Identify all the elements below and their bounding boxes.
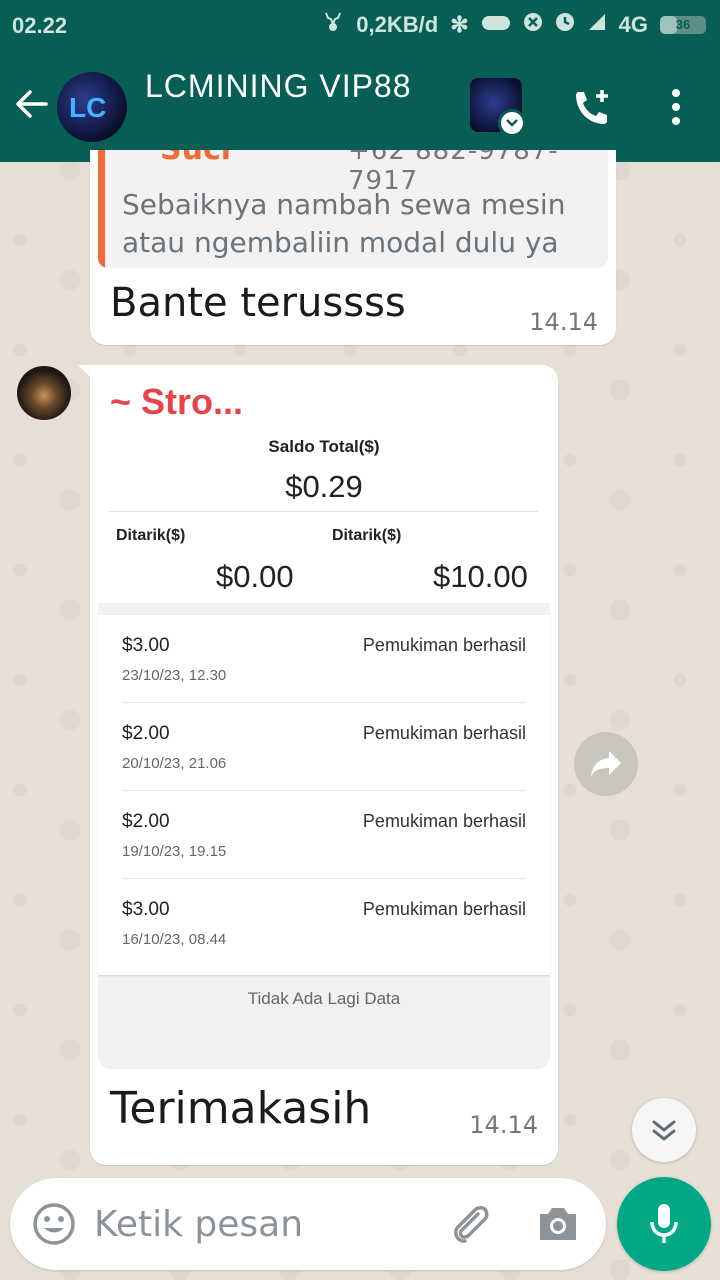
emoji-icon[interactable] (32, 1202, 76, 1250)
saldo-label: Saldo Total($) (268, 437, 380, 456)
transaction-status: Pemukiman berhasil (362, 723, 526, 743)
signal-icon (587, 12, 607, 38)
divider (108, 511, 538, 512)
sender-avatar[interactable] (17, 366, 71, 420)
status-bar: 02.22 0,2KB/d ✻ 4G 36 (0, 0, 720, 52)
message-time: 14.14 (469, 1111, 538, 1139)
camera-icon[interactable] (536, 1204, 580, 1248)
transaction-date: 20/10/23, 21.06 (122, 755, 227, 772)
withdraw-label: Ditarik($) (332, 527, 402, 544)
withdraw-value: $0.00 (216, 559, 294, 594)
bluetooth-icon: ✻ (450, 12, 469, 37)
data-rate: 0,2KB/d (356, 12, 439, 37)
chevron-down-icon[interactable] (498, 109, 526, 137)
blocked-icon (523, 12, 543, 38)
chat-title[interactable]: LCMINING VIP88 (145, 68, 412, 105)
message-image[interactable]: Saldo Total($) $0.29 Ditarik($) Ditarik(… (98, 425, 550, 1069)
no-more-data-label: Tidak Ada Lagi Data (247, 989, 401, 1008)
message-composer (10, 1178, 606, 1270)
transaction-date: 16/10/23, 08.44 (122, 931, 227, 948)
status-icons: 0,2KB/d ✻ 4G 36 (322, 11, 706, 39)
mic-icon[interactable] (617, 1177, 711, 1271)
add-call-icon[interactable] (570, 86, 614, 134)
transaction-row: $3.00 16/10/23, 08.44 Pemukiman berhasil (122, 879, 526, 967)
group-avatar[interactable]: LC (57, 72, 127, 142)
forward-icon[interactable] (574, 732, 638, 796)
message-time: 14.14 (529, 308, 598, 336)
transaction-amount: $2.00 (122, 723, 170, 744)
message-input[interactable] (94, 1198, 424, 1250)
message-bubble[interactable]: Suci +62 882-9787-7917 Sebaiknya nambah … (90, 150, 616, 345)
more-vert-icon[interactable] (668, 88, 684, 130)
battery-icon: 36 (660, 16, 706, 34)
saldo-value: $0.29 (285, 469, 363, 504)
transaction-row: $3.00 23/10/23, 12.30 Pemukiman berhasil (122, 615, 526, 703)
withdraw-value: $10.00 (433, 559, 528, 594)
scroll-down-icon[interactable] (632, 1098, 696, 1162)
message-text: Terimakasih (110, 1083, 372, 1134)
quoted-sender-name: Suci (160, 150, 231, 167)
attach-icon[interactable] (448, 1202, 492, 1250)
battery-level: 36 (675, 17, 691, 32)
transaction-row: $2.00 19/10/23, 19.15 Pemukiman berhasil (122, 791, 526, 879)
status-time: 02.22 (12, 13, 68, 38)
withdraw-label: Ditarik($) (116, 527, 186, 544)
quoted-text: Sebaiknya nambah sewa mesin atau ngembal… (122, 188, 566, 259)
battery-fill (660, 16, 677, 34)
chat-header: LC LCMINING VIP88 (0, 52, 720, 162)
toggle-icon (481, 12, 511, 38)
message-text: Bante terussss (110, 280, 406, 326)
network-type: 4G (618, 12, 648, 37)
transaction-status: Pemukiman berhasil (362, 899, 526, 919)
transaction-amount: $3.00 (122, 635, 170, 656)
transaction-amount: $2.00 (122, 811, 170, 832)
transaction-row: $2.00 20/10/23, 21.06 Pemukiman berhasil (122, 703, 526, 791)
message-bubble[interactable]: ~ Stro... Saldo Total($) $0.29 Ditarik($… (90, 365, 558, 1165)
deer-icon (322, 11, 344, 39)
transaction-status: Pemukiman berhasil (362, 635, 526, 655)
transaction-status: Pemukiman berhasil (362, 811, 526, 831)
alarm-icon (555, 12, 575, 38)
quoted-message[interactable]: Suci +62 882-9787-7917 Sebaiknya nambah … (98, 150, 608, 268)
transaction-amount: $3.00 (122, 899, 170, 920)
group-avatar-text: LC (69, 92, 107, 123)
quote-bar (98, 150, 105, 268)
sender-name[interactable]: ~ Stro... (110, 381, 243, 423)
transaction-panel: $3.00 23/10/23, 12.30 Pemukiman berhasil… (98, 603, 550, 1069)
transaction-date: 23/10/23, 12.30 (122, 667, 227, 684)
transaction-date: 19/10/23, 19.15 (122, 843, 227, 860)
back-arrow-icon[interactable] (14, 86, 50, 126)
transaction-list: $3.00 23/10/23, 12.30 Pemukiman berhasil… (98, 615, 550, 975)
